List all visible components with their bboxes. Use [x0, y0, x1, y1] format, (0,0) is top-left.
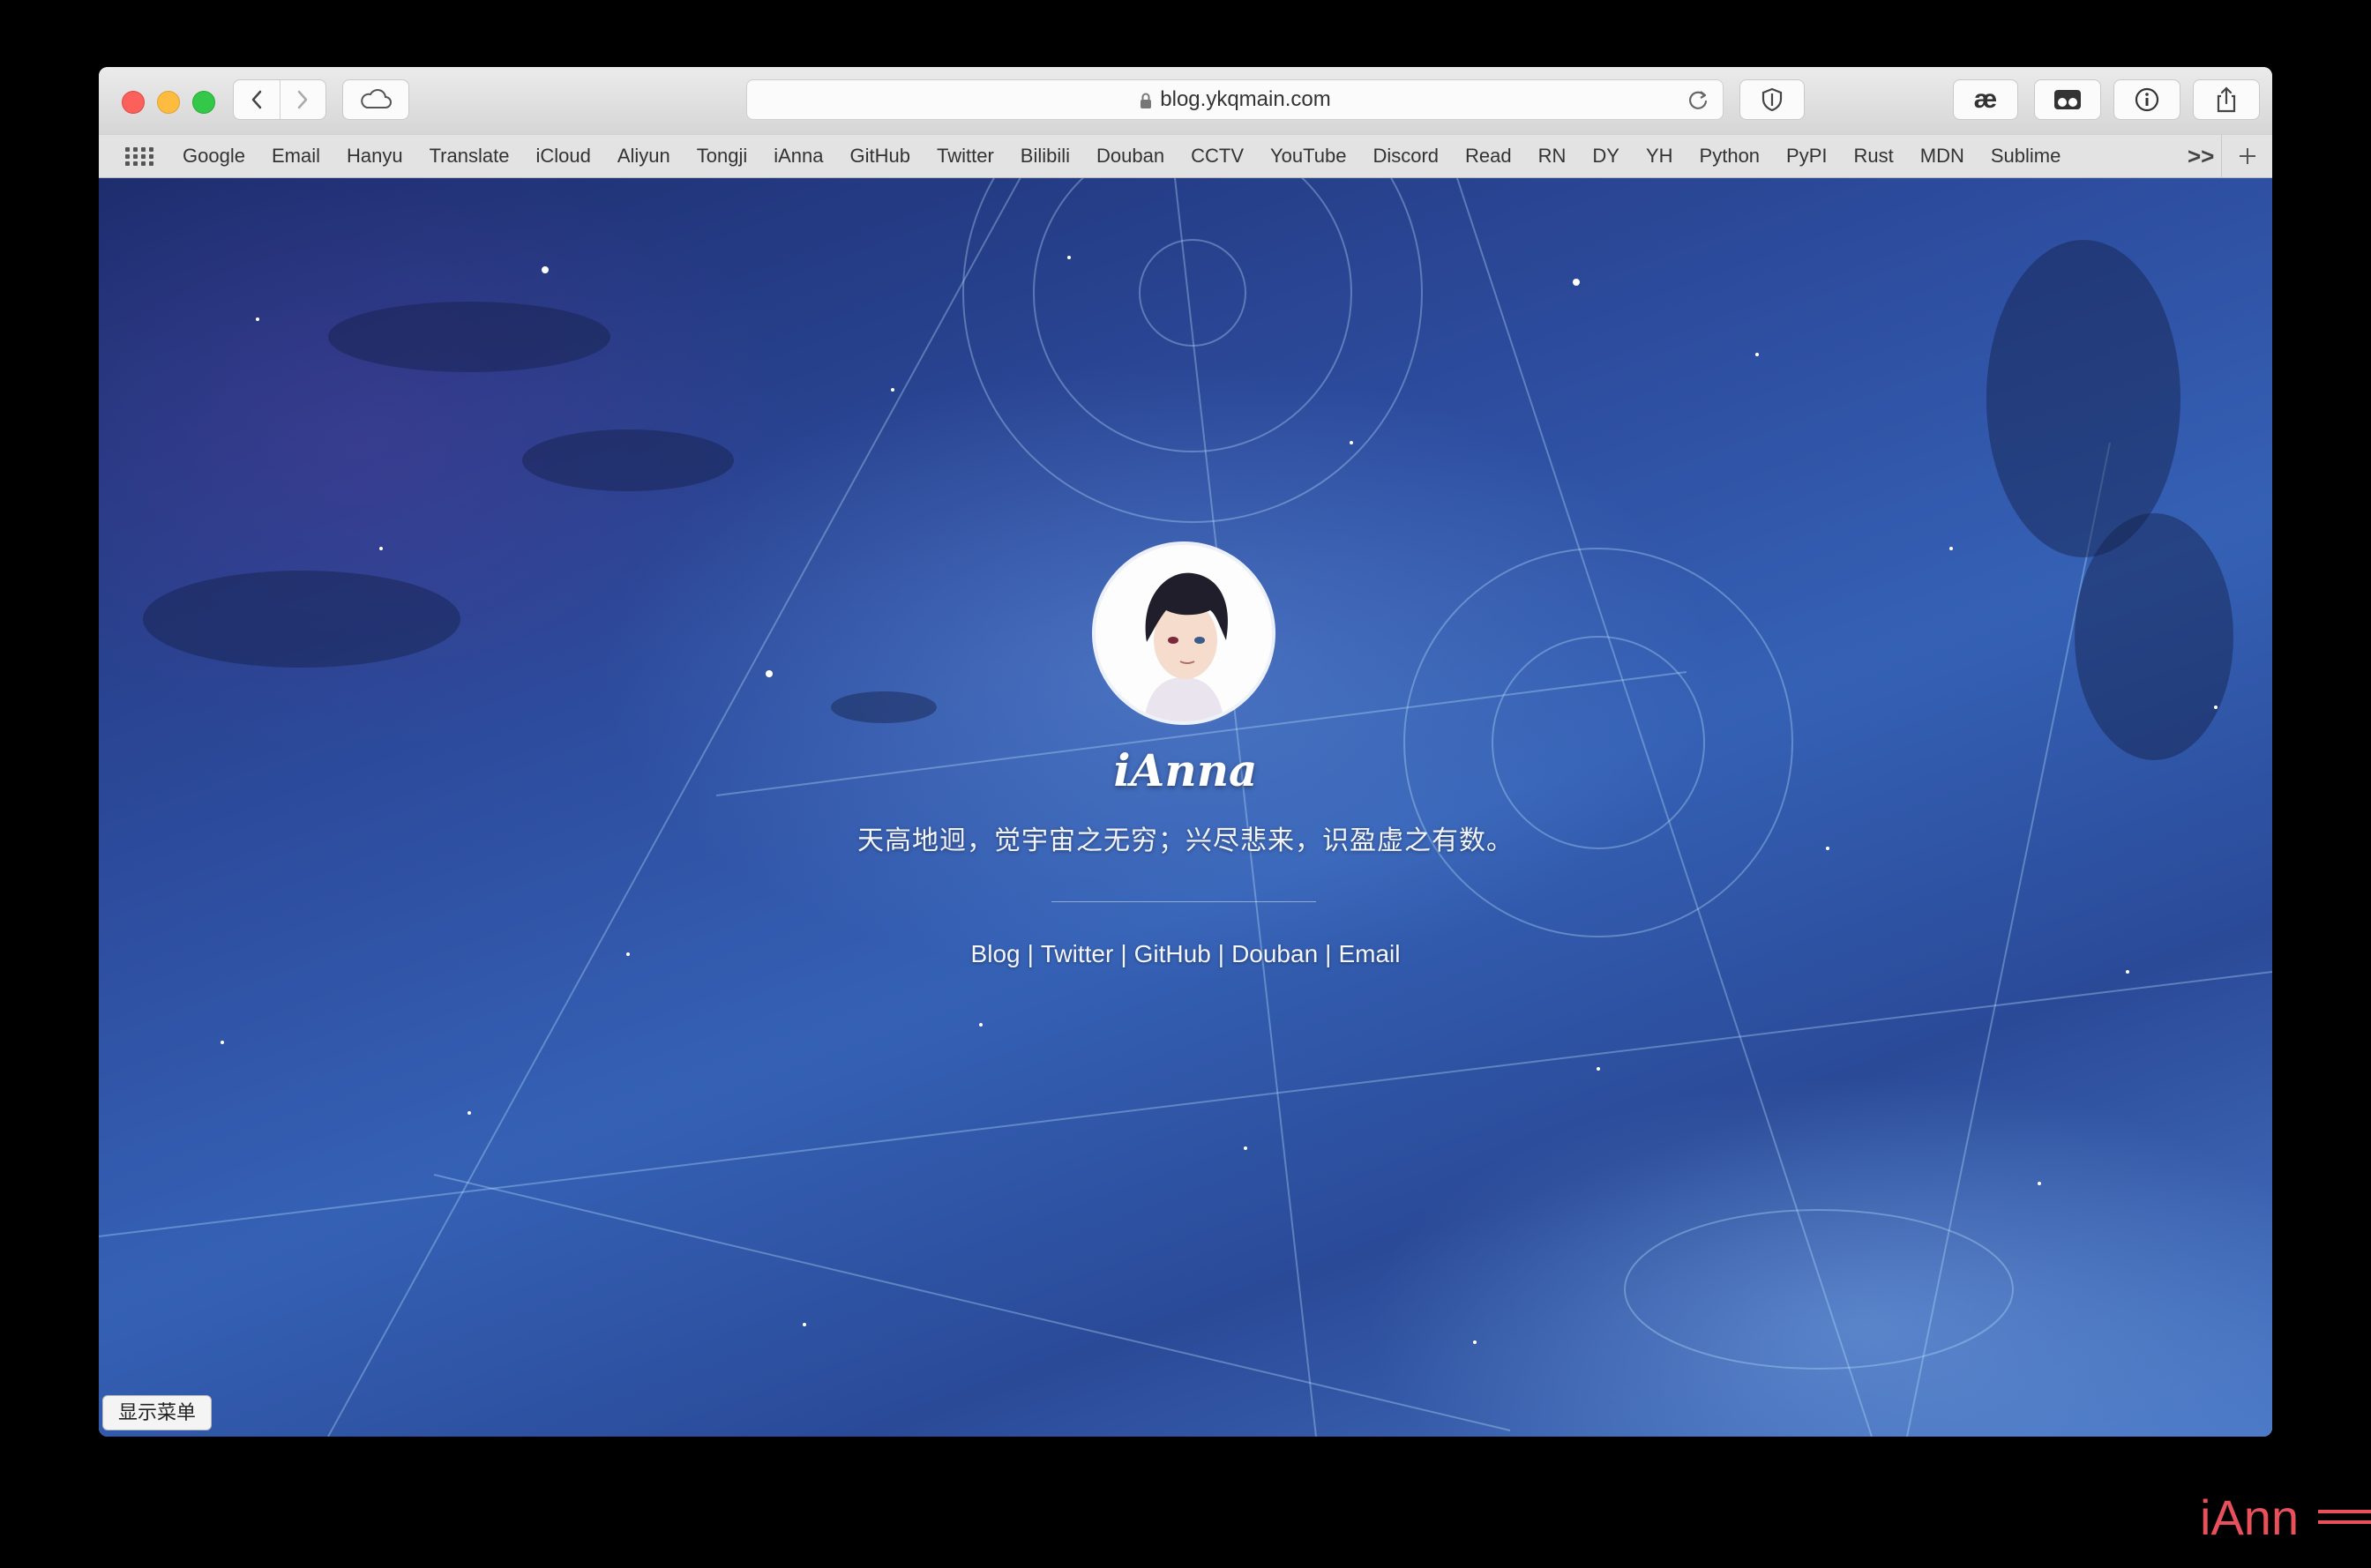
share-button[interactable]	[2193, 79, 2260, 120]
toolbar: blog.ykqmain.com æ	[99, 67, 2272, 134]
bookmark-item[interactable]: iAnna	[760, 145, 836, 168]
avatar[interactable]	[1096, 545, 1272, 721]
cloud-icon	[361, 89, 392, 108]
bookmark-item[interactable]: YouTube	[1257, 145, 1359, 168]
info-button[interactable]	[2113, 79, 2180, 120]
back-button[interactable]	[234, 80, 280, 119]
starry-sky-background	[99, 178, 2272, 1437]
close-window-button[interactable]	[122, 91, 145, 114]
site-title: iAnna	[1113, 744, 1258, 796]
zoom-window-button[interactable]	[192, 91, 215, 114]
url-text: blog.ykqmain.com	[1160, 87, 1331, 111]
bookmark-item[interactable]: RN	[1525, 145, 1580, 168]
reload-icon[interactable]	[1686, 87, 1710, 112]
extension-button[interactable]: æ	[1953, 79, 2018, 120]
show-menu-button[interactable]: 显示菜单	[102, 1395, 212, 1430]
chevron-left-icon	[251, 90, 261, 109]
info-icon	[2135, 87, 2159, 112]
site-motto: 天高地迥，觉宇宙之无穷；兴尽悲来，识盈虚之有数。	[857, 826, 1514, 855]
watermark-logo	[2318, 1510, 2371, 1531]
bookmark-item[interactable]: Read	[1452, 145, 1525, 168]
divider	[1051, 901, 1316, 902]
bookmark-item[interactable]: CCTV	[1178, 145, 1257, 168]
link-separator: |	[1120, 940, 1127, 967]
icloud-tabs-button[interactable]	[342, 79, 409, 120]
new-tab-button[interactable]	[2221, 135, 2272, 177]
bookmark-item[interactable]: Tongji	[684, 145, 760, 168]
address-bar[interactable]: blog.ykqmain.com	[746, 79, 1724, 120]
bookmark-item[interactable]: Douban	[1083, 145, 1178, 168]
bookmarks-bar: Google Email Hanyu Translate iCloud Aliy…	[99, 134, 2272, 178]
bookmark-item[interactable]: PyPI	[1773, 145, 1840, 168]
browser-window: blog.ykqmain.com æ Google Email Hanyu Tr…	[99, 67, 2272, 1437]
forward-button[interactable]	[279, 80, 326, 119]
navigation-buttons	[233, 79, 326, 120]
minimize-window-button[interactable]	[157, 91, 180, 114]
bookmark-item[interactable]: Discord	[1359, 145, 1452, 168]
bookmark-item[interactable]: DY	[1579, 145, 1633, 168]
bookmarks-overflow-button[interactable]: >>	[2188, 135, 2214, 177]
link-separator: |	[1217, 940, 1225, 967]
page-content: iAnna 天高地迥，觉宇宙之无穷；兴尽悲来，识盈虚之有数。 Blog | Twit…	[99, 178, 2272, 1437]
bookmark-item[interactable]: Hanyu	[333, 145, 416, 168]
reader-button[interactable]	[2034, 79, 2101, 120]
bookmark-item[interactable]: Rust	[1841, 145, 1907, 168]
social-links: Blog | Twitter | GitHub | Douban | Email	[99, 940, 2272, 968]
bookmark-item[interactable]: GitHub	[837, 145, 924, 168]
bookmark-item[interactable]: Translate	[416, 145, 523, 168]
chevron-right-icon	[298, 90, 308, 109]
lock-icon	[1141, 93, 1152, 108]
email-link[interactable]: Email	[1338, 940, 1400, 967]
bookmark-item[interactable]: MDN	[1907, 145, 1978, 168]
douban-link[interactable]: Douban	[1231, 940, 1318, 967]
bookmark-item[interactable]: YH	[1633, 145, 1687, 168]
link-separator: |	[1325, 940, 1332, 967]
bookmark-item[interactable]: Google	[169, 145, 258, 168]
plus-icon	[2240, 148, 2255, 164]
shield-icon	[1761, 87, 1783, 112]
avatar-portrait-icon	[1096, 545, 1272, 721]
bookmark-item[interactable]: Sublime	[1978, 145, 2074, 168]
grid-icon[interactable]	[125, 147, 153, 167]
reader-icon	[2054, 90, 2081, 109]
twitter-link[interactable]: Twitter	[1041, 940, 1113, 967]
bookmark-item[interactable]: iCloud	[522, 145, 603, 168]
bookmark-item[interactable]: Aliyun	[604, 145, 684, 168]
github-link[interactable]: GitHub	[1134, 940, 1211, 967]
address-url: blog.ykqmain.com	[747, 80, 1723, 119]
bookmark-item[interactable]: Bilibili	[1007, 145, 1083, 168]
blog-link[interactable]: Blog	[971, 940, 1021, 967]
bookmark-item[interactable]: Python	[1687, 145, 1774, 168]
watermark-text: iAnn	[2200, 1490, 2300, 1545]
privacy-shield-button[interactable]	[1739, 79, 1805, 120]
bookmark-item[interactable]: Twitter	[924, 145, 1007, 168]
bookmark-list: Google Email Hanyu Translate iCloud Aliy…	[169, 135, 2074, 177]
bookmark-item[interactable]: Email	[258, 145, 333, 168]
share-icon	[2217, 86, 2236, 113]
link-separator: |	[1027, 940, 1034, 967]
